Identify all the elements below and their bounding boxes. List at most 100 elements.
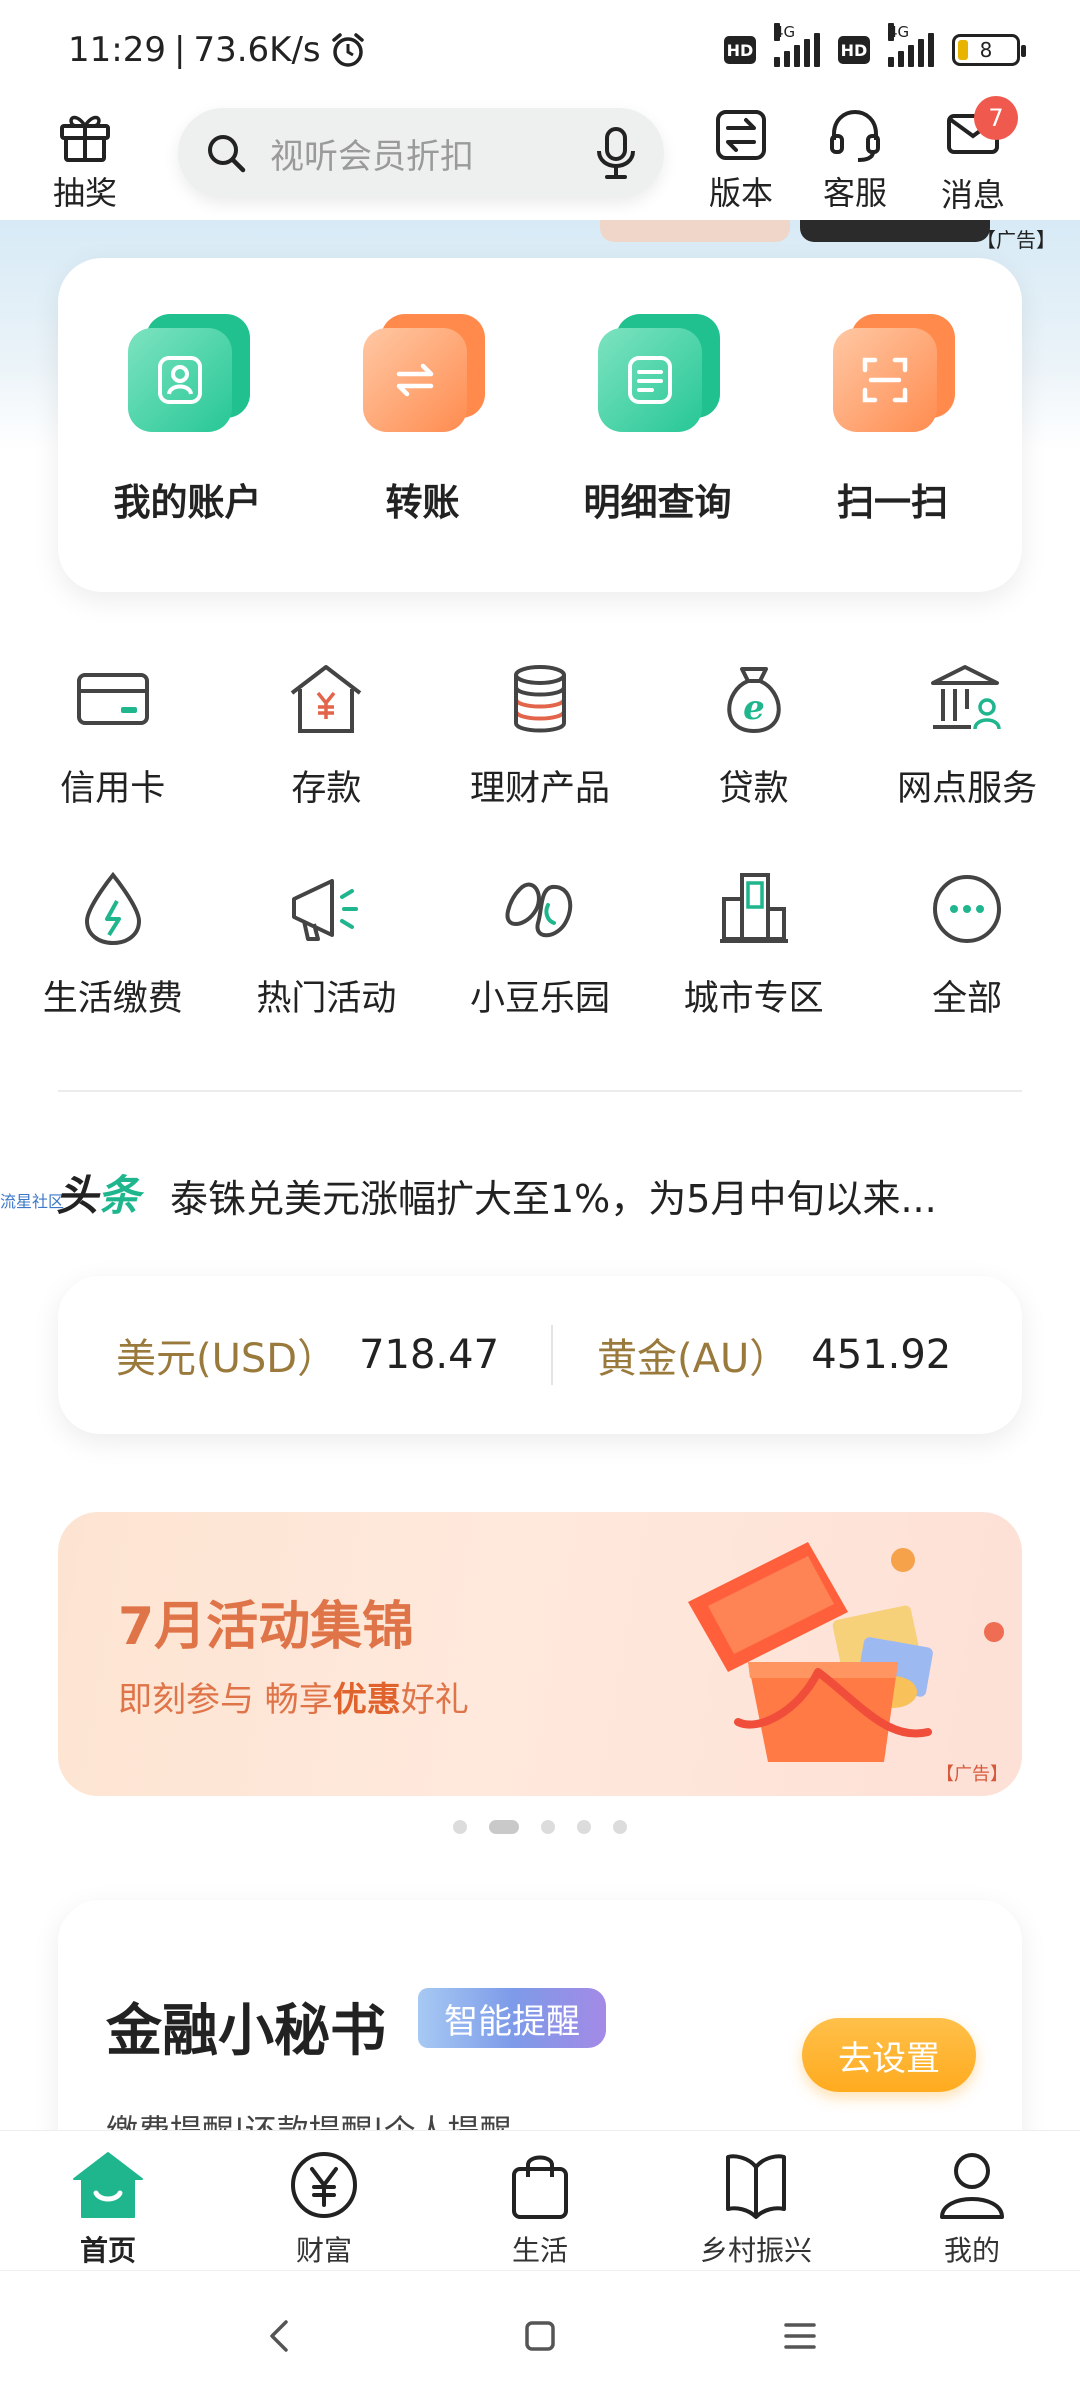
banner-ad-tag: 【广告】 (936, 1764, 1008, 1785)
more-icon (922, 864, 1012, 954)
transfer-icon (362, 314, 485, 434)
all-label: 全部 (932, 979, 1003, 1019)
go-setup-button[interactable]: 去设置 (802, 2018, 976, 2092)
branch-label: 网点服务 (897, 769, 1038, 809)
book-icon (718, 2147, 794, 2223)
wealth-products-button[interactable]: 理财产品 (433, 640, 647, 850)
usd-value: 718.47 (359, 1332, 500, 1378)
search-bar[interactable]: 视听会员折扣 (178, 108, 664, 198)
finance-secretary-card: 金融小秘书 智能提醒 去设置 缴费提醒|还款提醒|个人提醒 (58, 1900, 1022, 2150)
wealth-icon (495, 654, 585, 744)
branch-icon (922, 654, 1012, 744)
pagination-dot[interactable] (613, 1820, 627, 1834)
customer-service-button[interactable]: 客服 (814, 100, 896, 220)
battery-level: 8 (979, 38, 993, 62)
svg-text:e: e (743, 688, 765, 728)
quick-actions-card: 我的账户 转账 明细查询 扫一扫 (58, 258, 1022, 592)
person-icon (934, 2147, 1010, 2223)
nav-rural[interactable]: 乡村振兴 (648, 2131, 864, 2270)
nav-rural-label: 乡村振兴 (699, 2234, 812, 2267)
message-label: 消息 (940, 176, 1005, 214)
messages-button[interactable]: 7 消息 (932, 96, 1018, 220)
headline-logo: 头条 (56, 1171, 141, 1220)
nav-wealth[interactable]: 财富 (216, 2131, 432, 2270)
gold-label: 黄金(AU） (597, 1336, 790, 1382)
menu-icon[interactable] (780, 2316, 820, 2356)
life-payment-button[interactable]: 生活缴费 (6, 850, 220, 1060)
banner-title: 7月活动集锦 (118, 1597, 415, 1657)
bean-icon (495, 864, 585, 954)
deposit-button[interactable]: 存款 (220, 640, 434, 850)
smart-reminder-tag: 智能提醒 (418, 1988, 606, 2048)
gold-value: 451.92 (811, 1332, 952, 1378)
nav-home-label: 首页 (79, 2234, 136, 2267)
megaphone-icon (281, 864, 371, 954)
banner-subtitle: 即刻参与 畅享优惠好礼 (118, 1680, 469, 1720)
details-icon (597, 314, 720, 434)
lottery-label: 抽奖 (52, 174, 117, 212)
signal-2-icon: 4G (888, 23, 934, 67)
nav-life[interactable]: 生活 (432, 2131, 648, 2270)
news-text: 泰铢兑美元涨幅扩大至1%，为5月中旬以来... (170, 1177, 937, 1221)
status-bar: 11:29 | 73.6K/s HD 4G HD 4G 8 (0, 0, 1080, 100)
hd-badge-1: HD (724, 36, 756, 64)
nav-mine[interactable]: 我的 (864, 2131, 1080, 2270)
gold-rate[interactable]: 黄金(AU） 451.92 (553, 1326, 951, 1384)
status-right: HD 4G HD 4G 8 (724, 23, 1026, 67)
credit-card-label: 信用卡 (60, 769, 166, 809)
home-square-icon[interactable] (520, 2316, 560, 2356)
loan-icon: e (709, 654, 799, 744)
credit-card-button[interactable]: 信用卡 (6, 640, 220, 850)
pagination-dot[interactable] (577, 1820, 591, 1834)
pagination-dot[interactable] (453, 1820, 467, 1834)
ad-image-2 (800, 220, 990, 242)
battery-icon: 8 (952, 34, 1026, 66)
headline-news[interactable]: 流星社区 头条 泰铢兑美元涨幅扩大至1%，为5月中旬以来... (0, 1150, 1080, 1230)
loan-button[interactable]: e 贷款 (647, 640, 861, 850)
scan-label: 扫一扫 (837, 481, 948, 524)
scan-icon (832, 314, 955, 434)
microphone-icon[interactable] (594, 127, 638, 179)
version-button[interactable]: 版本 (700, 100, 782, 220)
city-zone-label: 城市专区 (683, 979, 824, 1019)
scan-button[interactable]: 扫一扫 (775, 258, 1010, 592)
transfer-button[interactable]: 转账 (305, 258, 540, 592)
my-account-button[interactable]: 我的账户 (70, 258, 305, 592)
details-query-button[interactable]: 明细查询 (540, 258, 775, 592)
promo-banner[interactable]: 7月活动集锦 即刻参与 畅享优惠好礼 【广告】 (58, 1512, 1022, 1796)
switch-version-icon (716, 110, 766, 160)
nav-life-label: 生活 (511, 2234, 568, 2267)
pagination-dot-active[interactable] (489, 1820, 519, 1834)
headset-icon (830, 109, 880, 162)
alarm-icon (331, 33, 364, 67)
signal-1-icon: 4G (774, 23, 820, 67)
bean-park-button[interactable]: 小豆乐园 (433, 850, 647, 1060)
branch-service-button[interactable]: 网点服务 (860, 640, 1074, 850)
ad-image-1 (600, 220, 790, 242)
nav-wealth-label: 财富 (295, 2234, 352, 2267)
divider (58, 1090, 1022, 1092)
usd-rate[interactable]: 美元(USD） 718.47 (58, 1326, 499, 1384)
hot-events-button[interactable]: 热门活动 (220, 850, 434, 1060)
city-zone-button[interactable]: 城市专区 (647, 850, 861, 1060)
back-icon[interactable] (260, 2316, 300, 2356)
deposit-icon (281, 654, 371, 744)
status-left: 11:29 | 73.6K/s (68, 30, 367, 70)
news-source: 流星社区 (0, 1192, 65, 1211)
city-icon (709, 864, 799, 954)
hot-events-label: 热门活动 (256, 979, 397, 1019)
search-placeholder: 视听会员折扣 (270, 136, 474, 177)
pagination-dot[interactable] (541, 1820, 555, 1834)
hd-badge-2: HD (838, 36, 870, 64)
nav-mine-label: 我的 (943, 2234, 1000, 2267)
rates-card[interactable]: 美元(USD） 718.47 黄金(AU） 451.92 (58, 1276, 1022, 1434)
yen-icon (286, 2147, 362, 2223)
nav-home[interactable]: 首页 (0, 2131, 216, 2270)
message-badge: 7 (974, 96, 1018, 140)
banner-pagination (0, 1820, 1080, 1834)
search-icon (208, 135, 246, 173)
bill-icon (68, 864, 158, 954)
all-services-button[interactable]: 全部 (860, 850, 1074, 1060)
lottery-button[interactable]: 抽奖 (40, 100, 130, 220)
clock: 11:29 (68, 30, 166, 70)
